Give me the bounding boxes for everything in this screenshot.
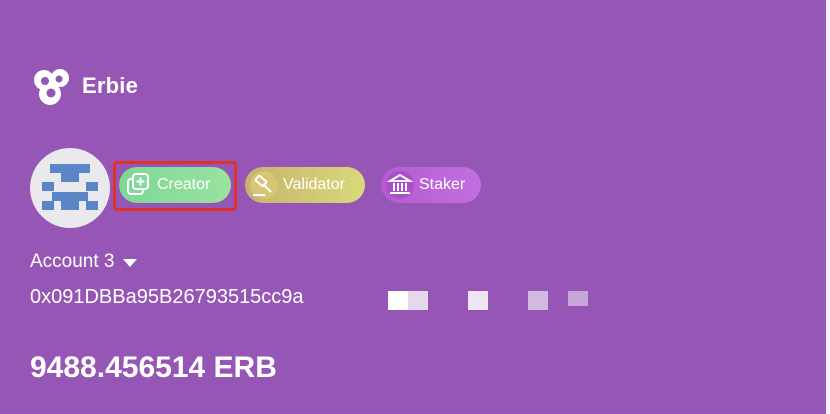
erbie-logo-icon [34,69,69,105]
gavel-icon [250,171,278,199]
account-name: Account 3 [30,251,115,272]
redaction-block [568,291,588,306]
brand: Erbie [30,66,138,106]
validator-badge[interactable]: Validator [245,167,365,203]
wallet-address: 0x091DBBa95B26793515cc9a [30,286,304,308]
window-edge [826,0,830,414]
avatar[interactable] [30,148,110,228]
highlight-box [113,161,237,211]
caret-down-icon [122,259,137,267]
account-selector[interactable]: Account 3 [30,251,137,273]
redaction-block [468,291,488,310]
staker-badge[interactable]: Staker [381,167,481,203]
balance-amount: 9488.456514 ERB [30,351,277,384]
brand-name: Erbie [82,73,139,98]
redaction-block [528,291,548,310]
validator-label: Validator [283,176,345,193]
identicon-avatar [42,164,98,210]
staker-label: Staker [419,176,466,193]
redaction-block [408,291,428,310]
redaction-block [388,291,408,310]
bank-icon [386,171,414,199]
